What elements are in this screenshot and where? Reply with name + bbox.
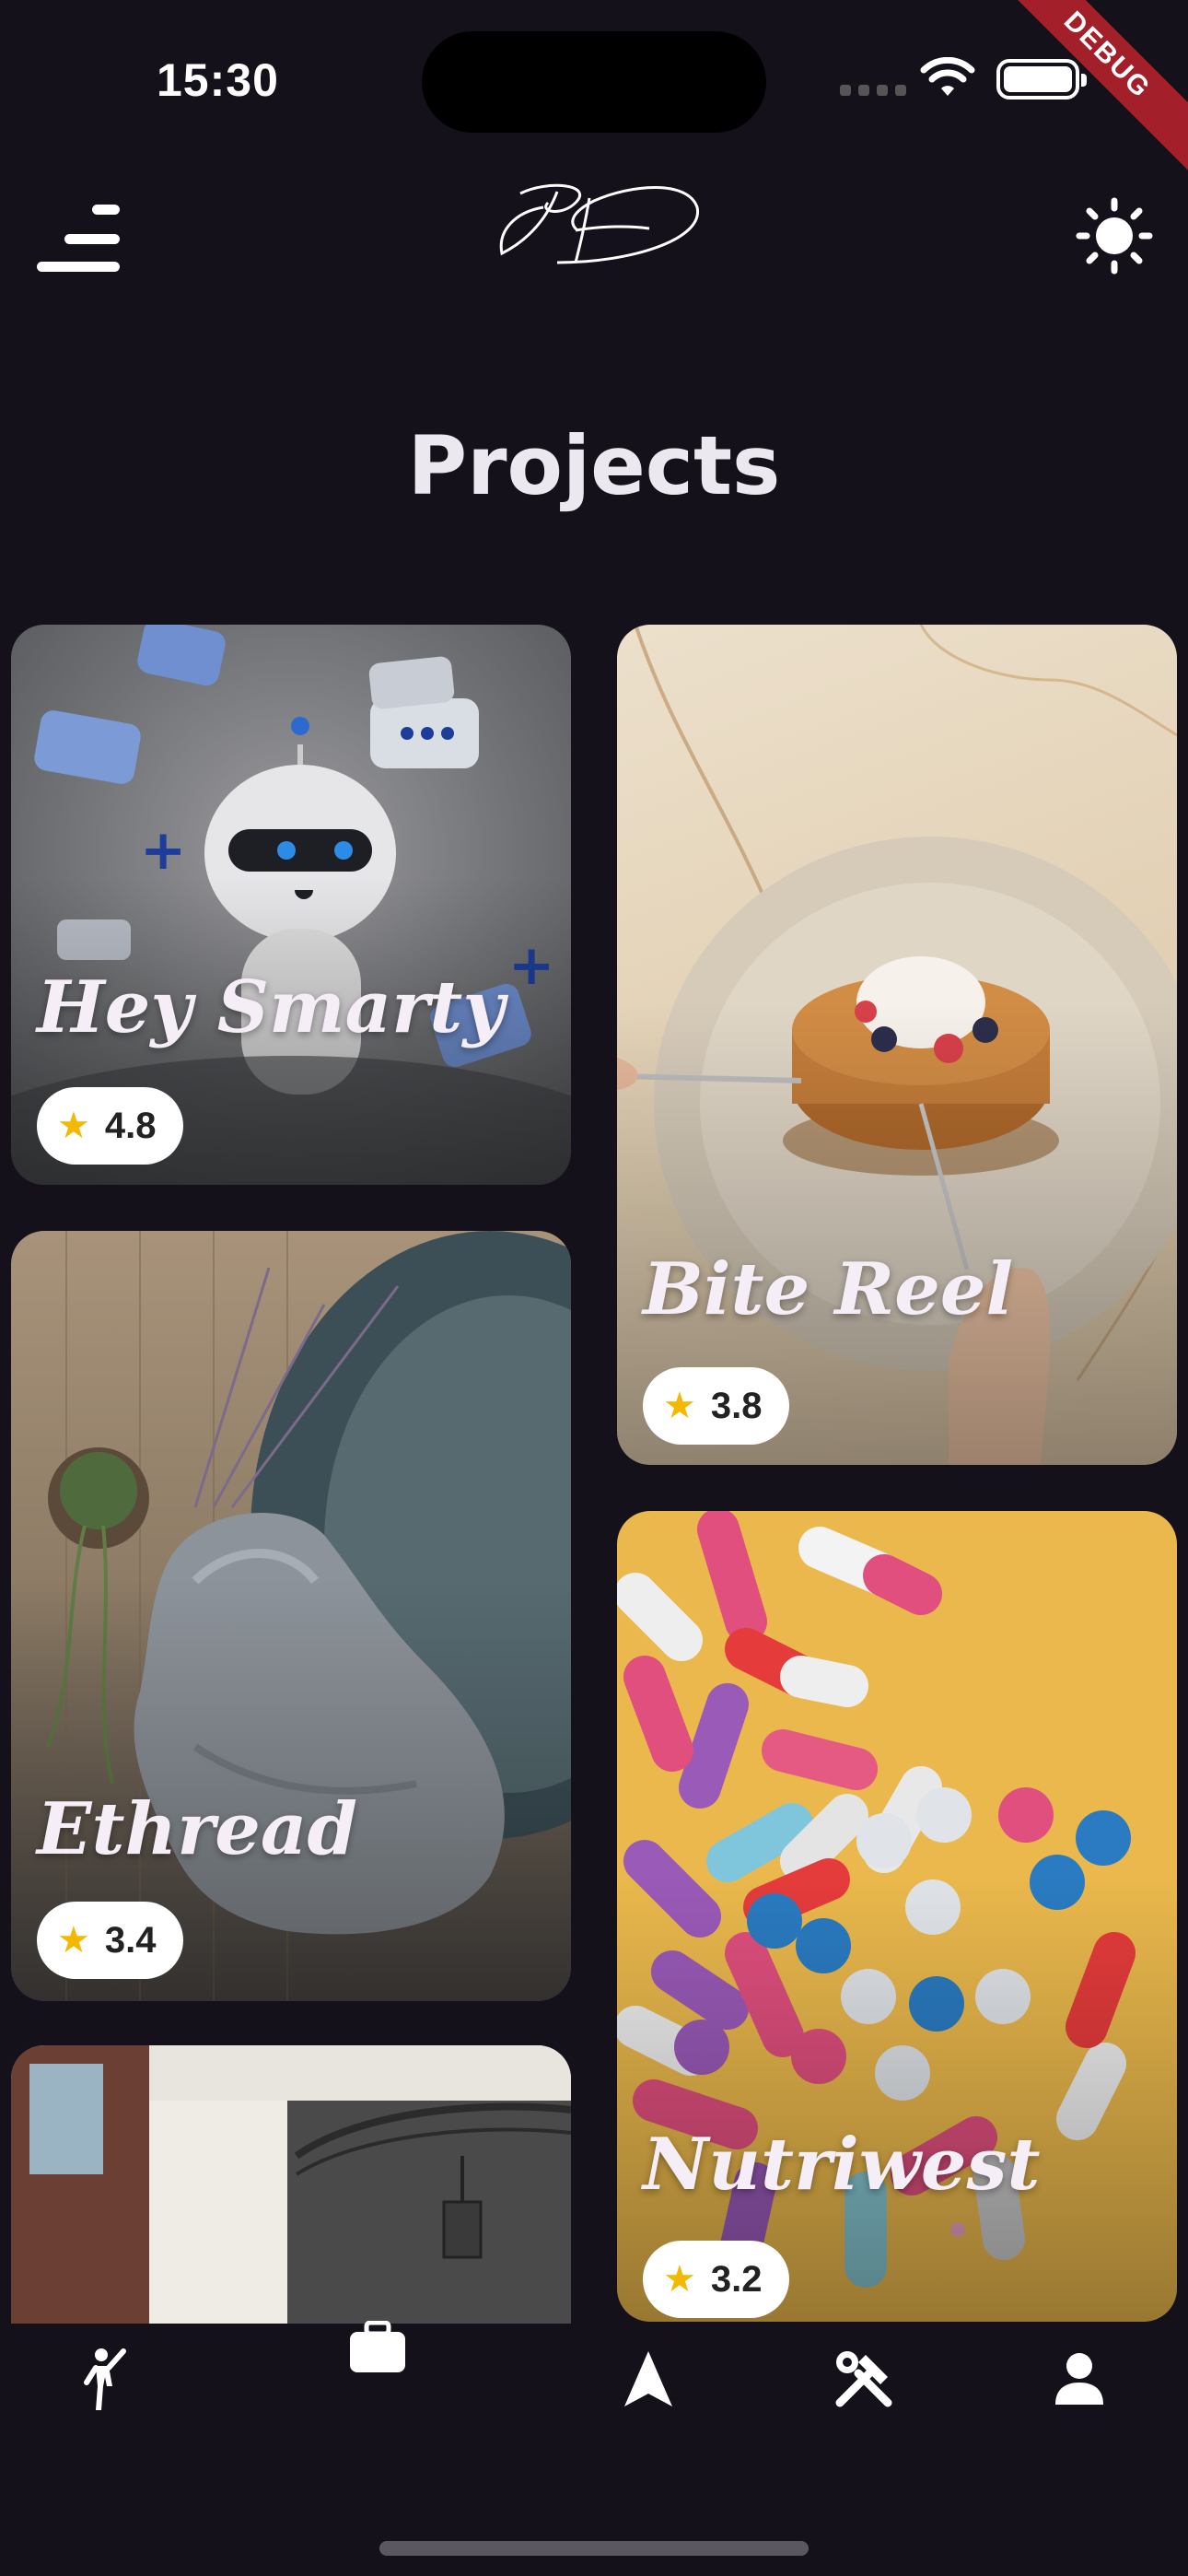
signature-logo[interactable] bbox=[493, 175, 705, 276]
card-title: Ethread bbox=[37, 1787, 357, 1871]
star-icon: ★ bbox=[663, 2258, 696, 2301]
menu-icon-line bbox=[64, 234, 120, 244]
rating-badge: ★ 3.4 bbox=[37, 1902, 184, 1979]
card-overlay bbox=[11, 1231, 571, 2001]
wifi-icon bbox=[920, 57, 975, 96]
cellular-signal-icon bbox=[840, 85, 906, 96]
card-title: Hey Smarty bbox=[37, 966, 505, 1049]
rating-badge: ★ 4.8 bbox=[37, 1087, 184, 1165]
project-card-ethread[interactable]: Ethread ★ 3.4 bbox=[11, 1231, 571, 2001]
nav-item-about[interactable] bbox=[61, 2324, 153, 2434]
briefcase-icon bbox=[350, 2321, 405, 2372]
nav-item-profile[interactable] bbox=[1033, 2324, 1125, 2434]
star-icon: ★ bbox=[57, 1105, 90, 1147]
menu-icon-line bbox=[37, 262, 120, 272]
card-title: Bite Reel bbox=[643, 1247, 1014, 1331]
bottom-navigation bbox=[0, 2321, 1188, 2576]
project-card-bite-reel[interactable]: Bite Reel ★ 3.8 bbox=[617, 625, 1177, 1465]
project-card-hey-smarty[interactable]: + + Hey Smarty ★ 4.8 bbox=[11, 625, 571, 1185]
navigation-arrow-icon bbox=[624, 2351, 672, 2406]
page-title: Projects bbox=[407, 418, 781, 513]
battery-icon bbox=[996, 59, 1087, 100]
status-time: 15:30 bbox=[157, 54, 279, 106]
home-indicator[interactable] bbox=[379, 2541, 809, 2556]
profile-icon bbox=[1055, 2353, 1103, 2405]
rating-badge: ★ 3.8 bbox=[643, 1367, 790, 1445]
dynamic-island bbox=[422, 31, 766, 133]
menu-icon bbox=[92, 205, 120, 215]
person-waving-icon bbox=[84, 2348, 126, 2410]
rating-value: 4.8 bbox=[104, 1105, 157, 1146]
rating-badge: ★ 3.2 bbox=[643, 2241, 790, 2318]
nav-item-skills[interactable] bbox=[818, 2324, 910, 2434]
nav-item-projects[interactable] bbox=[332, 2292, 424, 2403]
rating-value: 3.4 bbox=[104, 1919, 157, 1961]
menu-button[interactable] bbox=[37, 205, 120, 278]
rating-value: 3.2 bbox=[710, 2258, 763, 2300]
card-overlay bbox=[617, 625, 1177, 1465]
sun-icon[interactable] bbox=[1076, 197, 1153, 275]
nav-item-navigation[interactable] bbox=[602, 2324, 694, 2434]
project-card-nutriwest[interactable]: Nutriwest ★ 3.2 bbox=[617, 1511, 1177, 2322]
tools-icon bbox=[835, 2351, 892, 2407]
rating-value: 3.8 bbox=[710, 1385, 763, 1426]
star-icon: ★ bbox=[663, 1385, 696, 1427]
star-icon: ★ bbox=[57, 1919, 90, 1961]
card-title: Nutriwest bbox=[643, 2123, 1041, 2207]
